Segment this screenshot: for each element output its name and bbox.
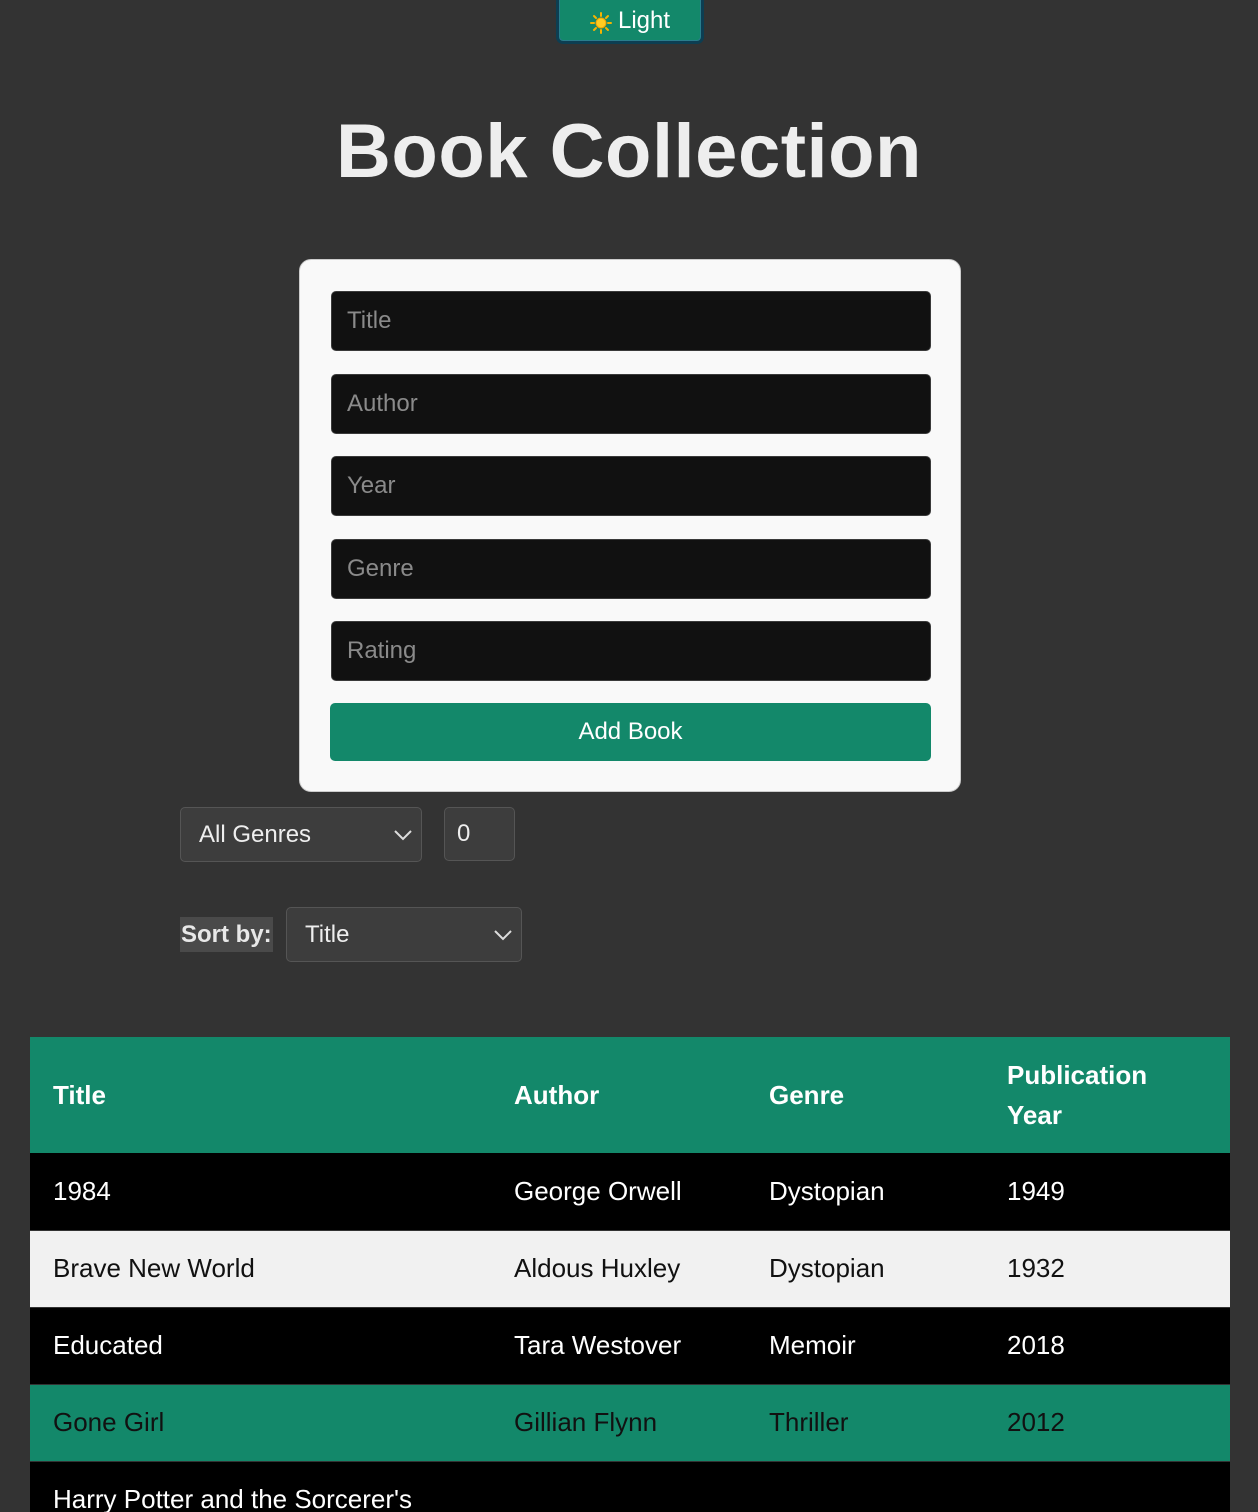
column-header-title[interactable]: Title <box>30 1037 491 1153</box>
cell-genre: Memoir <box>746 1307 984 1385</box>
table-row[interactable]: Gone Girl Gillian Flynn Thriller 2012 <box>30 1384 1230 1462</box>
cell-genre: Dystopian <box>746 1230 984 1308</box>
column-header-publication-year[interactable]: Publication Year <box>984 1037 1230 1153</box>
rating-input[interactable] <box>331 621 931 681</box>
cell-title: Gone Girl <box>30 1384 491 1462</box>
cell-year: 2018 <box>984 1307 1230 1385</box>
cell-title: Educated <box>30 1307 491 1385</box>
genre-filter-value: All Genres <box>199 820 312 848</box>
genre-input[interactable] <box>331 539 931 599</box>
app-root: Light Book Collection Add Book All Genre… <box>0 0 1258 1512</box>
books-table: Title Author Genre Publication Year 1984… <box>30 1037 1230 1512</box>
min-rating-input[interactable] <box>444 807 515 861</box>
chevron-down-icon <box>494 929 512 940</box>
cell-title: Harry Potter and the Sorcerer's <box>30 1461 491 1512</box>
genre-filter-select[interactable]: All Genres <box>180 807 422 862</box>
add-book-form: Add Book <box>299 259 961 792</box>
year-input[interactable] <box>331 456 931 516</box>
cell-author <box>491 1461 746 1512</box>
page-title: Book Collection <box>336 109 922 194</box>
cell-year: 2012 <box>984 1384 1230 1462</box>
column-header-genre[interactable]: Genre <box>746 1037 984 1153</box>
cell-year: 1932 <box>984 1230 1230 1308</box>
cell-author: Tara Westover <box>491 1307 746 1385</box>
cell-title: Brave New World <box>30 1230 491 1308</box>
column-header-author[interactable]: Author <box>491 1037 746 1153</box>
add-book-button[interactable]: Add Book <box>330 703 931 761</box>
cell-year <box>984 1461 1230 1512</box>
cell-year: 1949 <box>984 1153 1230 1231</box>
cell-title: 1984 <box>30 1153 491 1231</box>
sort-select[interactable]: Title <box>286 907 522 962</box>
author-input[interactable] <box>331 374 931 434</box>
cell-genre: Thriller <box>746 1384 984 1462</box>
table-row[interactable]: Brave New World Aldous Huxley Dystopian … <box>30 1230 1230 1308</box>
table-row[interactable]: 1984 George Orwell Dystopian 1949 <box>30 1153 1230 1231</box>
cell-author: Gillian Flynn <box>491 1384 746 1462</box>
cell-genre <box>746 1461 984 1512</box>
sun-icon <box>589 12 612 34</box>
theme-toggle-button[interactable]: Light <box>556 0 704 44</box>
chevron-down-icon <box>394 829 412 840</box>
sort-select-value: Title <box>305 920 350 948</box>
table-row[interactable]: Educated Tara Westover Memoir 2018 <box>30 1307 1230 1385</box>
cell-genre: Dystopian <box>746 1153 984 1231</box>
cell-author: George Orwell <box>491 1153 746 1231</box>
theme-toggle-label: Light <box>617 7 671 34</box>
cell-author: Aldous Huxley <box>491 1230 746 1308</box>
table-row[interactable]: Harry Potter and the Sorcerer's <box>30 1461 1230 1512</box>
title-input[interactable] <box>331 291 931 351</box>
sort-by-label: Sort by: <box>180 917 273 952</box>
table-header-row: Title Author Genre Publication Year <box>30 1037 1230 1153</box>
